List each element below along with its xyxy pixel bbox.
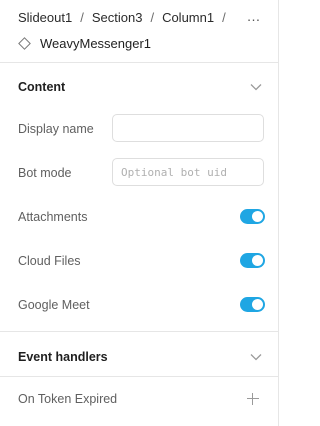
- display-name-label: Display name: [18, 122, 94, 136]
- diamond-icon: [18, 37, 31, 50]
- event-handlers-section-title[interactable]: Event handlers: [18, 350, 108, 364]
- breadcrumb-item-column[interactable]: Column1: [162, 10, 214, 25]
- divider: [0, 62, 279, 63]
- on-token-expired-label: On Token Expired: [18, 392, 118, 406]
- toggle-knob: [252, 299, 263, 310]
- breadcrumb: Slideout1 / Section3 / Column1 /: [18, 10, 234, 25]
- toggle-knob: [252, 255, 263, 266]
- content-section-title[interactable]: Content: [18, 80, 65, 94]
- attachments-toggle[interactable]: [240, 209, 265, 224]
- chevron-down-icon[interactable]: [250, 83, 262, 91]
- chevron-down-icon[interactable]: [250, 353, 262, 361]
- bot-mode-label: Bot mode: [18, 166, 72, 180]
- breadcrumb-separator: /: [80, 10, 84, 25]
- cloud-files-label: Cloud Files: [18, 254, 81, 268]
- breadcrumb-item-section[interactable]: Section3: [92, 10, 143, 25]
- attachments-label: Attachments: [18, 210, 88, 224]
- bot-mode-input[interactable]: [112, 158, 264, 186]
- cloud-files-toggle[interactable]: [240, 253, 265, 268]
- display-name-input[interactable]: [112, 114, 264, 142]
- breadcrumb-item-slideout[interactable]: Slideout1: [18, 10, 72, 25]
- more-options-icon[interactable]: …: [244, 9, 264, 27]
- component-header: WeavyMessenger1: [18, 36, 151, 51]
- divider: [0, 331, 279, 332]
- component-name[interactable]: WeavyMessenger1: [40, 36, 151, 51]
- add-icon[interactable]: [247, 393, 259, 405]
- breadcrumb-separator: /: [222, 10, 226, 25]
- toggle-knob: [252, 211, 263, 222]
- breadcrumb-separator: /: [150, 10, 155, 25]
- google-meet-toggle[interactable]: [240, 297, 265, 312]
- divider: [0, 376, 279, 377]
- google-meet-label: Google Meet: [18, 298, 90, 312]
- inspector-panel: Slideout1 / Section3 / Column1 / … Weavy…: [0, 0, 279, 426]
